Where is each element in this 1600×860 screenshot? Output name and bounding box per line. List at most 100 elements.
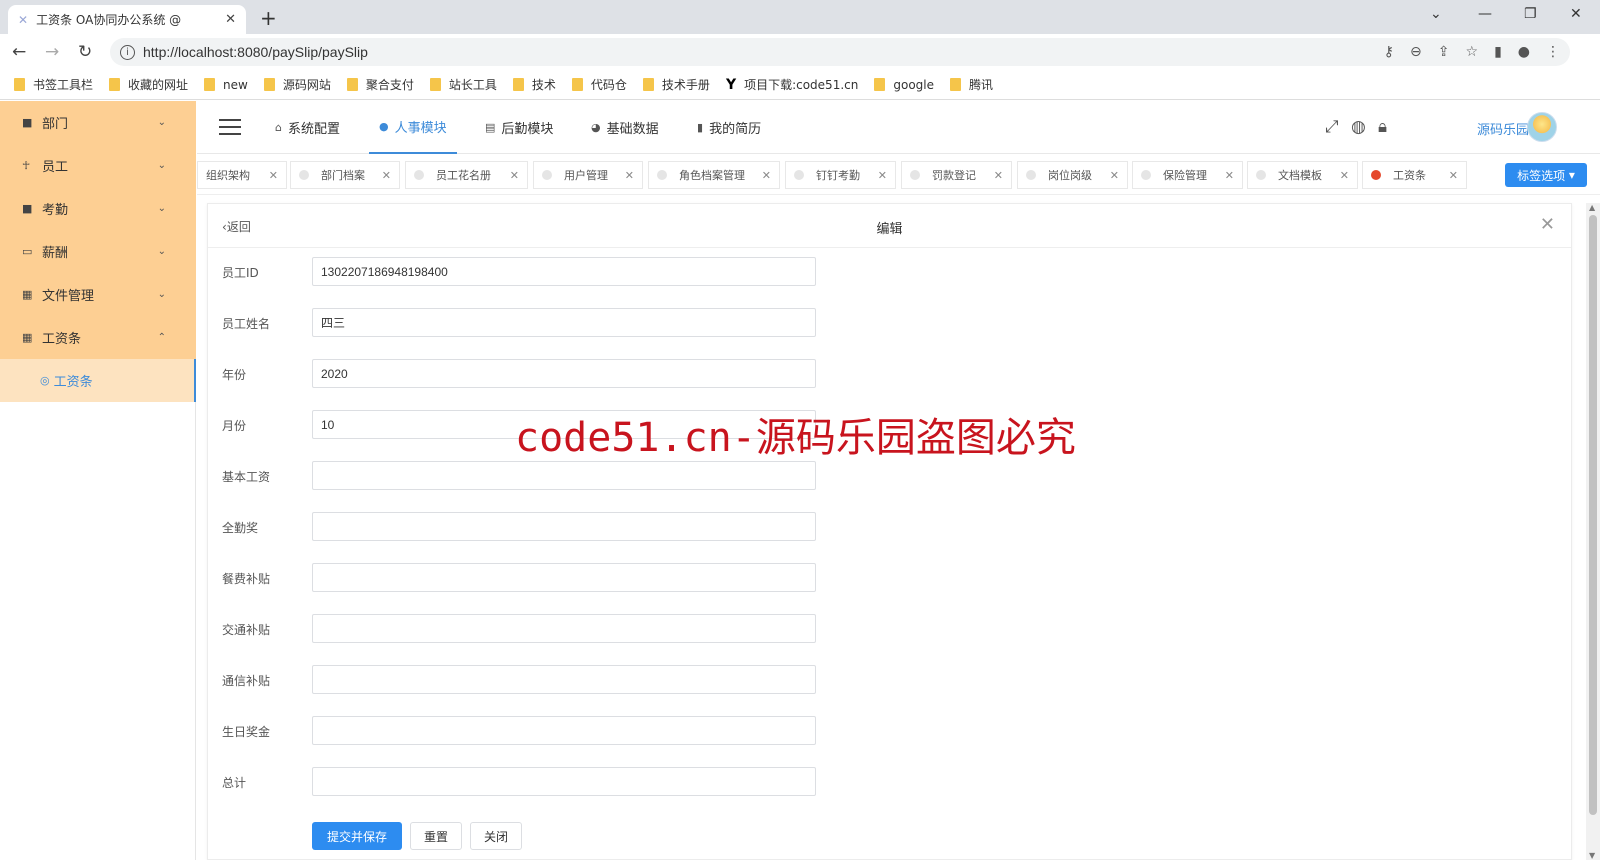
bookmark-item[interactable]: 技术 xyxy=(512,76,556,93)
share-icon[interactable]: ⇪ xyxy=(1438,44,1450,60)
hamburger-icon[interactable] xyxy=(219,119,241,135)
sidebar-subitem-payslip[interactable]: ◎ 工资条 xyxy=(0,359,196,402)
page-tab[interactable]: 钉钉考勤 ✕ xyxy=(785,161,896,189)
page-tab[interactable]: 岗位岗级 ✕ xyxy=(1017,161,1128,189)
sidebar-item-payslip[interactable]: ▦ 工资条 ⌃ xyxy=(0,316,196,359)
nav-my-resume[interactable]: ▮ 我的简历 xyxy=(697,101,761,154)
close-window-icon[interactable]: ✕ xyxy=(1570,6,1582,22)
circle-icon: ◎ xyxy=(40,374,50,387)
form-input[interactable] xyxy=(312,767,816,796)
sidebar-item-employee[interactable]: ☥ 员工 ⌄ xyxy=(0,144,196,187)
tab-close-icon[interactable]: ✕ xyxy=(510,169,519,182)
lock-icon[interactable]: 🔒︎ xyxy=(1378,117,1387,137)
page-tab[interactable]: 保险管理 ✕ xyxy=(1132,161,1243,189)
form-input[interactable] xyxy=(312,359,816,388)
key-icon[interactable]: ⚷ xyxy=(1384,44,1394,60)
tab-close-icon[interactable]: ✕ xyxy=(1340,169,1349,182)
nav-base-data[interactable]: ◕ 基础数据 xyxy=(591,101,659,154)
tab-close-icon[interactable]: ✕ xyxy=(269,169,278,182)
restore-icon[interactable]: ❐ xyxy=(1524,6,1537,22)
bookmark-item[interactable]: Y 项目下载:code51.cn xyxy=(726,76,858,93)
url-text[interactable]: http://localhost:8080/paySlip/paySlip xyxy=(143,44,368,60)
nav-label: 我的简历 xyxy=(709,122,762,137)
bookmark-item[interactable]: 站长工具 xyxy=(429,76,497,93)
close-icon[interactable]: ✕ xyxy=(1540,214,1555,235)
tab-close-icon[interactable]: ✕ xyxy=(762,169,771,182)
tab-close-icon[interactable]: ✕ xyxy=(225,12,236,27)
field-label: 月份 xyxy=(222,419,247,433)
form-input[interactable] xyxy=(312,512,816,541)
tab-close-icon[interactable]: ✕ xyxy=(994,169,1003,182)
forward-arrow-icon[interactable]: → xyxy=(45,42,59,62)
sidepanel-icon[interactable]: ▮ xyxy=(1494,44,1502,60)
address-bar[interactable]: i http://localhost:8080/paySlip/paySlip … xyxy=(110,38,1570,66)
tab-options-button[interactable]: 标签选项 ▾ xyxy=(1505,163,1587,187)
page-tab[interactable]: 罚款登记 ✕ xyxy=(901,161,1012,189)
nav-logistics-module[interactable]: ▤ 后勤模块 xyxy=(485,101,553,154)
avatar[interactable] xyxy=(1527,112,1557,142)
tab-close-icon[interactable]: ✕ xyxy=(1449,169,1458,182)
nav-hr-module[interactable]: ● 人事模块 xyxy=(369,101,457,154)
form-input[interactable] xyxy=(312,665,816,694)
scroll-up-icon[interactable]: ▲ xyxy=(1589,203,1595,212)
tab-close-icon[interactable]: ✕ xyxy=(1110,169,1119,182)
form-input[interactable] xyxy=(312,461,816,490)
tab-close-icon[interactable]: ✕ xyxy=(1225,169,1234,182)
page-tab[interactable]: 角色档案管理 ✕ xyxy=(648,161,780,189)
box-icon: ▤ xyxy=(485,121,496,134)
page-tab[interactable]: 文档模板 ✕ xyxy=(1247,161,1358,189)
page-tab[interactable]: 工资条 ✕ xyxy=(1362,161,1467,189)
field-label: 员工姓名 xyxy=(222,317,271,331)
tab-close-icon[interactable]: ✕ xyxy=(625,169,634,182)
scroll-down-icon[interactable]: ▼ xyxy=(1589,851,1595,860)
folder-icon xyxy=(109,78,121,91)
sidebar-item-files[interactable]: ▦ 文件管理 ⌄ xyxy=(0,273,196,316)
page-tab[interactable]: 部门档案 ✕ xyxy=(290,161,400,189)
tab-close-icon[interactable]: ✕ xyxy=(878,169,887,182)
nav-system-config[interactable]: ⌂ 系统配置 xyxy=(275,101,340,154)
submit-button[interactable]: 提交并保存 xyxy=(312,822,402,850)
profile-icon[interactable]: ● xyxy=(1518,44,1530,60)
sidebar-item-attendance[interactable]: ■ 考勤 ⌄ xyxy=(0,187,196,230)
tab-dot-icon xyxy=(657,170,667,180)
browser-tab[interactable]: ✕ 工资条 OA协同办公系统 @ ✕ xyxy=(8,5,246,34)
page-tab[interactable]: 用户管理 ✕ xyxy=(533,161,643,189)
bookmark-item[interactable]: 源码网站 xyxy=(263,76,331,93)
minimize-icon[interactable]: — xyxy=(1478,6,1492,22)
bookmark-item[interactable]: 收藏的网址 xyxy=(109,76,188,93)
form-input[interactable] xyxy=(312,308,816,337)
tab-close-icon[interactable]: ✕ xyxy=(382,169,391,182)
close-button[interactable]: 关闭 xyxy=(470,822,522,850)
bookmark-item[interactable]: 聚合支付 xyxy=(346,76,414,93)
bookmark-item[interactable]: 腾讯 xyxy=(950,76,993,93)
star-icon[interactable]: ☆ xyxy=(1466,44,1479,60)
back-arrow-icon[interactable]: ← xyxy=(12,42,26,62)
page-tab[interactable]: 员工花名册 ✕ xyxy=(405,161,528,189)
site-info-icon[interactable]: i xyxy=(120,44,135,60)
bookmark-item[interactable]: 代码仓 xyxy=(571,76,627,93)
tab-search-icon[interactable]: ⌄ xyxy=(1430,6,1442,22)
page-tab[interactable]: 组织架构 ✕ xyxy=(197,161,287,189)
bookmark-item[interactable]: 技术手册 xyxy=(642,76,710,93)
fullscreen-icon[interactable]: ⤢ xyxy=(1325,117,1339,137)
menu-icon[interactable]: ⋮ xyxy=(1546,44,1560,60)
scrollbar[interactable]: ▲ ▼ xyxy=(1586,203,1600,860)
form-input[interactable] xyxy=(312,257,816,286)
globe-icon[interactable]: ◍ xyxy=(1351,117,1366,137)
bookmark-item[interactable]: google xyxy=(874,78,934,92)
new-tab-icon[interactable]: + xyxy=(260,6,277,30)
form-row: 交通补贴 xyxy=(208,614,1571,644)
form-input[interactable] xyxy=(312,614,816,643)
sidebar-item-label: 考勤 xyxy=(42,203,69,218)
reset-button[interactable]: 重置 xyxy=(410,822,462,850)
tab-dot-icon xyxy=(414,170,424,180)
reload-icon[interactable]: ↻ xyxy=(78,42,92,62)
form-input[interactable] xyxy=(312,563,816,592)
sidebar-item-department[interactable]: ■ 部门 ⌄ xyxy=(0,101,196,144)
zoom-icon[interactable]: ⊖ xyxy=(1410,44,1422,60)
bookmark-item[interactable]: new xyxy=(204,78,248,92)
bookmark-item[interactable]: 书签工具栏 xyxy=(14,76,93,93)
scrollbar-thumb[interactable] xyxy=(1589,215,1597,815)
form-input[interactable] xyxy=(312,716,816,745)
sidebar-item-salary[interactable]: ▭ 薪酬 ⌄ xyxy=(0,230,196,273)
